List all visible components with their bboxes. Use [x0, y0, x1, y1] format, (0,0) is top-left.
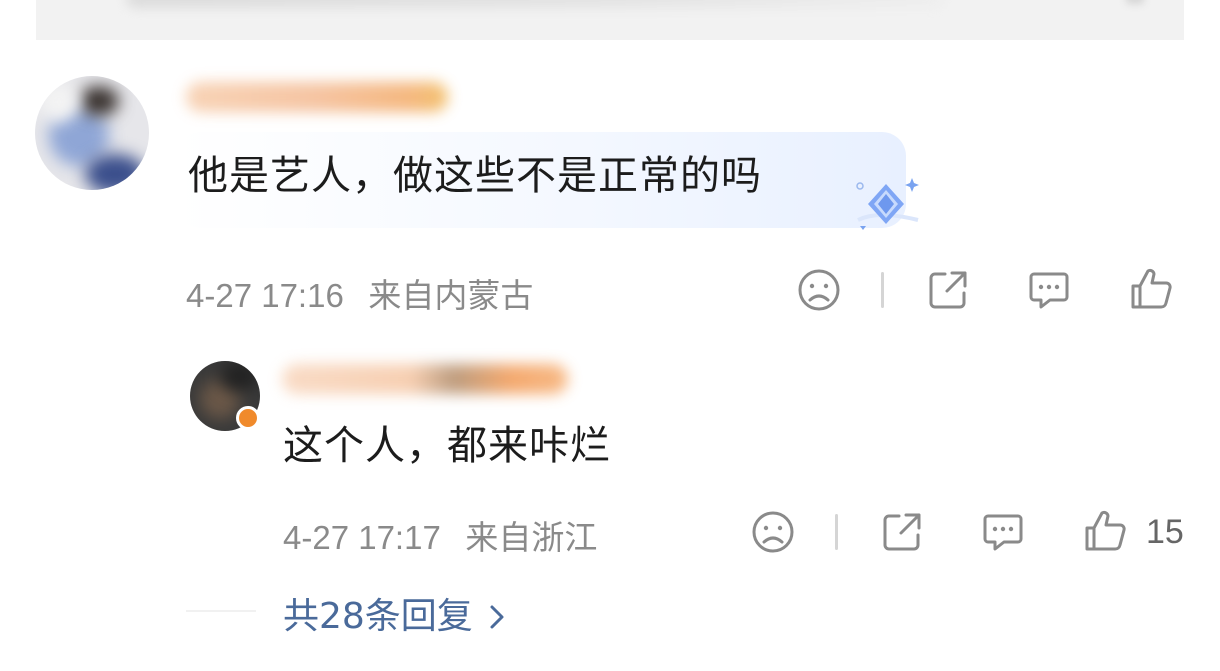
verified-badge-icon — [236, 406, 260, 430]
comment-icon[interactable] — [980, 509, 1026, 555]
comment-time: 4-27 17:16 — [186, 277, 344, 314]
view-more-replies-link[interactable]: 共28条回复 — [283, 587, 507, 639]
reply-location: 来自浙江 — [465, 518, 598, 557]
divider — [835, 514, 838, 550]
divider — [881, 272, 884, 308]
share-icon[interactable] — [879, 509, 925, 555]
thumbs-up-icon[interactable] — [1128, 266, 1174, 312]
comment-meta: 4-27 17:16 来自内蒙古 — [186, 269, 533, 317]
sad-face-icon[interactable] — [796, 267, 842, 313]
avatar[interactable] — [35, 76, 149, 190]
quoted-post-strip[interactable] — [36, 0, 1184, 40]
thread-line — [186, 610, 256, 612]
comment-icon[interactable] — [1026, 267, 1072, 313]
comment-text: 他是艺人，做这些不是正常的吗 — [188, 153, 762, 199]
like-count: 15 — [1146, 513, 1184, 551]
comment-location: 来自内蒙古 — [368, 276, 534, 315]
reply-meta: 4-27 17:17 来自浙江 — [283, 511, 597, 559]
diamond-badge-icon — [852, 176, 924, 232]
quoted-post-text-blurred — [126, 0, 946, 8]
username-blurred[interactable] — [186, 82, 448, 112]
more-replies-label: 共28条回复 — [283, 596, 473, 637]
comment-thread: 他是艺人，做这些不是正常的吗 4-27 17:16 来自内蒙古 这个人，都来咔烂… — [0, 0, 1220, 671]
thumbs-up-icon[interactable] — [1082, 508, 1128, 554]
reply-text: 这个人，都来咔烂 — [283, 423, 611, 469]
share-icon[interactable] — [925, 267, 971, 313]
reply-username-blurred[interactable] — [282, 364, 568, 394]
reply-time: 4-27 17:17 — [283, 519, 441, 556]
sad-face-icon[interactable] — [750, 509, 796, 555]
quoted-post-icon-blurred — [1126, 0, 1144, 4]
chevron-right-icon — [487, 599, 507, 629]
